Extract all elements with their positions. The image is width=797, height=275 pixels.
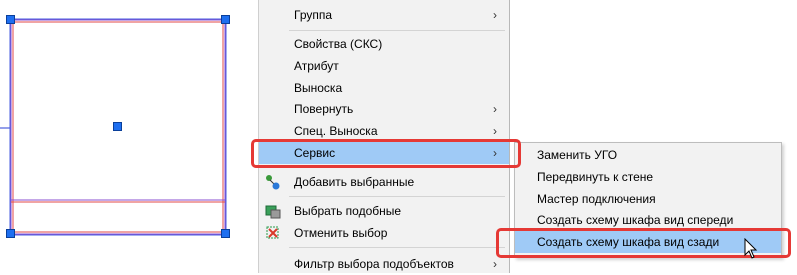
submenu-item-label: Заменить УГО bbox=[537, 148, 618, 162]
menu-item-add-selected[interactable]: Добавить выбранные bbox=[259, 171, 509, 193]
chevron-right-icon: › bbox=[493, 102, 497, 116]
service-submenu: Заменить УГО Передвинуть к стене Мастер … bbox=[514, 142, 782, 258]
menu-item-label: Выноска bbox=[294, 81, 343, 95]
grip-center[interactable] bbox=[113, 122, 122, 131]
chevron-right-icon: › bbox=[493, 146, 497, 160]
menu-item-subobject-filter[interactable]: Фильтр выбора подобъектов › bbox=[259, 253, 509, 275]
submenu-item-connection-wizard[interactable]: Мастер подключения bbox=[515, 188, 781, 210]
chevron-right-icon: › bbox=[493, 8, 497, 22]
grip-top-right[interactable] bbox=[221, 15, 230, 24]
menu-item-deselect[interactable]: Отменить выбор bbox=[259, 222, 509, 244]
menu-item-label: Сервис bbox=[294, 146, 336, 160]
add-selected-icon bbox=[265, 174, 281, 190]
menu-item-label: Добавить выбранные bbox=[294, 175, 415, 189]
selected-object-outline bbox=[0, 18, 227, 236]
menu-item-group[interactable]: Группа › bbox=[259, 4, 509, 26]
menu-item-special-callout[interactable]: Спец. Выноска › bbox=[259, 120, 509, 142]
menu-item-label: Свойства (СКС) bbox=[294, 37, 383, 51]
submenu-item-label: Мастер подключения bbox=[537, 192, 656, 206]
menu-item-label: Спец. Выноска bbox=[294, 124, 378, 138]
menu-item-properties[interactable]: Свойства (СКС) bbox=[259, 33, 509, 55]
menu-separator bbox=[289, 30, 505, 31]
menu-item-label: Фильтр выбора подобъектов bbox=[294, 257, 454, 271]
menu-item-select-similar[interactable]: Выбрать подобные bbox=[259, 200, 509, 222]
drawing-canvas[interactable] bbox=[0, 0, 258, 273]
mouse-cursor-icon bbox=[744, 238, 758, 259]
menu-item-label: Повернуть bbox=[294, 102, 354, 116]
menu-item-rotate[interactable]: Повернуть › bbox=[259, 98, 509, 120]
menu-item-attribute[interactable]: Атрибут bbox=[259, 55, 509, 77]
menu-separator bbox=[289, 196, 505, 197]
grip-bottom-right[interactable] bbox=[221, 229, 230, 238]
menu-item-service[interactable]: Сервис › bbox=[259, 142, 509, 164]
context-menu: Группа › Свойства (СКС) Атрибут Выноска … bbox=[258, 0, 510, 273]
menu-item-callout[interactable]: Выноска bbox=[259, 77, 509, 99]
submenu-item-cabinet-front-view[interactable]: Создать схему шкафа вид спереди bbox=[515, 209, 781, 231]
submenu-item-label: Создать схему шкафа вид спереди bbox=[537, 213, 734, 227]
submenu-item-label: Создать схему шкафа вид сзади bbox=[537, 235, 720, 249]
deselect-icon bbox=[265, 225, 281, 241]
menu-item-label: Выбрать подобные bbox=[294, 204, 402, 218]
chevron-right-icon: › bbox=[493, 257, 497, 271]
menu-separator bbox=[289, 247, 505, 248]
select-similar-icon bbox=[265, 203, 281, 219]
menu-item-label: Группа bbox=[294, 8, 333, 22]
chevron-right-icon: › bbox=[493, 124, 497, 138]
submenu-item-label: Передвинуть к стене bbox=[537, 170, 654, 184]
grip-top-left[interactable] bbox=[6, 15, 15, 24]
submenu-item-move-to-wall[interactable]: Передвинуть к стене bbox=[515, 166, 781, 188]
submenu-item-replace-ugo[interactable]: Заменить УГО bbox=[515, 144, 781, 166]
menu-item-label: Отменить выбор bbox=[294, 226, 388, 240]
submenu-item-cabinet-back-view[interactable]: Создать схему шкафа вид сзади bbox=[515, 231, 781, 253]
grip-bottom-left[interactable] bbox=[6, 229, 15, 238]
menu-separator bbox=[289, 167, 505, 168]
menu-item-label: Атрибут bbox=[294, 59, 339, 73]
